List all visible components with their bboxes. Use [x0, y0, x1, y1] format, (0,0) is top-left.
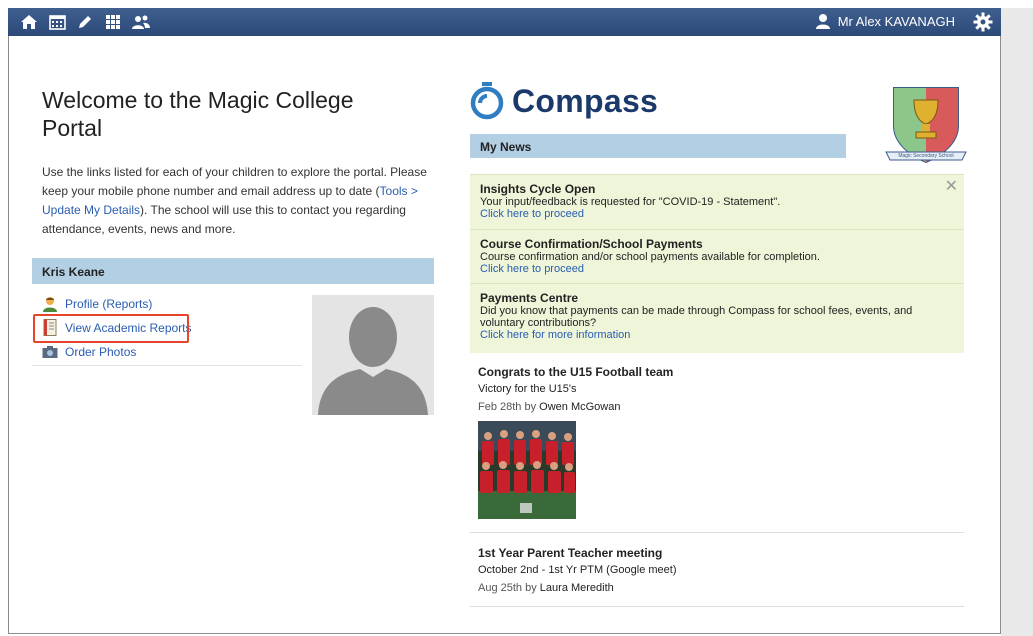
- page-title: Welcome to the Magic College Portal: [42, 87, 354, 141]
- news-title[interactable]: 1st Year Parent Teacher meeting: [478, 546, 964, 560]
- alert-link[interactable]: Click here to proceed: [480, 263, 954, 275]
- highlight-box: [33, 314, 189, 343]
- child-photo-placeholder: [312, 295, 434, 415]
- alert-link[interactable]: Click here to proceed: [480, 208, 954, 220]
- my-news-header: My News: [470, 134, 846, 158]
- child-links-divider: [32, 365, 302, 366]
- alert-body: Your input/feedback is requested for "CO…: [480, 196, 781, 208]
- alert-body: Course confirmation and/or school paymen…: [480, 251, 820, 263]
- news-author: Laura Meredith: [539, 582, 614, 594]
- news-item: 1st Year Parent Teacher meeting October …: [470, 546, 964, 607]
- news-by: by: [524, 401, 537, 413]
- alert-item: Payments Centre Did you know that paymen…: [470, 283, 964, 353]
- grid-icon[interactable]: [102, 11, 124, 33]
- home-icon[interactable]: [18, 11, 40, 33]
- alert-title: Insights Cycle Open: [480, 182, 596, 196]
- people-icon[interactable]: [130, 11, 152, 33]
- close-icon[interactable]: ✕: [945, 179, 958, 195]
- camera-icon: [42, 344, 58, 360]
- profile-reports-link[interactable]: Profile (Reports): [42, 295, 192, 312]
- order-photos-link[interactable]: Order Photos: [42, 343, 192, 360]
- news-meta: Aug 25th by Laura Meredith: [478, 582, 964, 594]
- alert-item: Insights Cycle Open Your input/feedback …: [470, 174, 964, 229]
- alert-title: Course Confirmation/School Payments: [480, 237, 703, 251]
- news-date: Aug 25th: [478, 582, 523, 594]
- order-photos-label: Order Photos: [65, 344, 137, 359]
- right-gutter: [1001, 8, 1033, 636]
- compass-logo-icon: [470, 82, 504, 120]
- user-icon: [815, 14, 830, 29]
- user-name: Mr Alex KAVANAGH: [837, 13, 955, 29]
- news-item: Congrats to the U15 Football team Victor…: [470, 365, 964, 533]
- alert-body: Did you know that payments can be made t…: [480, 305, 913, 329]
- news-author: Owen McGowan: [539, 401, 621, 413]
- news-meta: Feb 28th by Owen McGowan: [478, 401, 964, 413]
- news-by: by: [525, 582, 537, 594]
- child-name-header: Kris Keane: [32, 258, 434, 284]
- gear-icon[interactable]: [973, 12, 993, 37]
- alert-title: Payments Centre: [480, 291, 579, 305]
- alert-item: Course Confirmation/School Payments Cour…: [470, 229, 964, 283]
- news-alerts: Insights Cycle Open Your input/feedback …: [470, 174, 964, 353]
- school-crest-text: Magic Secondary School: [898, 153, 954, 159]
- brand-name: Compass: [512, 82, 659, 119]
- user-menu[interactable]: Mr Alex KAVANAGH: [815, 13, 955, 29]
- news-subtitle: Victory for the U15's: [478, 383, 577, 395]
- intro-text: Use the links listed for each of your ch…: [42, 163, 432, 239]
- pencil-icon[interactable]: [74, 11, 96, 33]
- news-title[interactable]: Congrats to the U15 Football team: [478, 365, 964, 379]
- team-photo[interactable]: [478, 421, 576, 519]
- profile-reports-label: Profile (Reports): [65, 296, 153, 311]
- compass-logo: Compass: [470, 82, 658, 120]
- intro-text-part-1: Use the links listed for each of your ch…: [42, 165, 427, 198]
- top-nav-bar: Mr Alex KAVANAGH: [8, 8, 1001, 36]
- profile-icon: [42, 296, 58, 312]
- news-subtitle: October 2nd - 1st Yr PTM (Google meet): [478, 564, 677, 576]
- calendar-icon[interactable]: [46, 11, 68, 33]
- news-date: Feb 28th: [478, 401, 522, 413]
- alert-link[interactable]: Click here for more information: [480, 329, 954, 341]
